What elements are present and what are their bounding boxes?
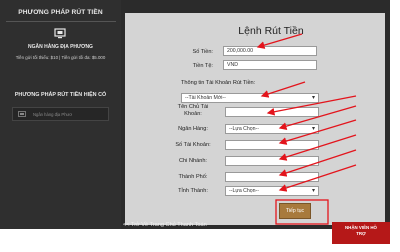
account-select[interactable]: --Tài Khoản Mới-- (181, 93, 319, 103)
currency-field[interactable]: VND (223, 60, 317, 70)
continue-button[interactable]: Tiếp tục (279, 203, 311, 219)
support-watermark: NHẬN VIÊN HỖ TRỢ (332, 222, 390, 244)
account-name-field[interactable] (225, 107, 319, 117)
sidebar-divider (6, 21, 116, 22)
account-info-label: Thông tin Tài Khoản Rút Tiền: (181, 80, 256, 86)
sidebar: PHƯƠNG PHÁP RÚT TIỀN NGÂN HÀNG ĐỊA PHƯƠN… (0, 0, 121, 229)
account-name-label-line1: Tên Chủ Tài (177, 104, 209, 110)
branch-field[interactable] (225, 156, 319, 166)
withdrawal-form-panel: Lệnh Rút Tiền Số Tiền: 200,000.00 Tiền T… (125, 13, 385, 225)
bank-select[interactable]: --Lựa Chọn-- (225, 124, 319, 134)
bank-monitor-icon (54, 28, 66, 39)
watermark-line2: TRỢ (356, 231, 366, 236)
bank-label: Ngân Hàng: (178, 126, 208, 132)
method-card-local-bank[interactable]: Ngân hàng địa Phươ (12, 107, 109, 121)
province-select[interactable]: --Lựa Chọn-- (225, 186, 319, 196)
account-name-label-line2: Khoản: (184, 111, 202, 117)
account-number-field[interactable] (225, 140, 319, 150)
bank-card-icon (18, 111, 26, 117)
province-label: Tỉnh Thành: (178, 188, 208, 194)
current-methods-heading: PHƯƠNG PHÁP RÚT TIỀN HIỆN CÓ (14, 92, 107, 98)
bank-limits: Tiền gửi tối thiểu: $10 | Tiền gửi tối đ… (15, 55, 106, 60)
form-title: Lệnh Rút Tiền (238, 25, 304, 37)
branch-label: Chi Nhánh: (179, 158, 207, 164)
bank-name: NGÂN HÀNG ĐỊA PHƯƠNG (28, 44, 93, 50)
screenshot: PHƯƠNG PHÁP RÚT TIỀN NGÂN HÀNG ĐỊA PHƯƠN… (0, 0, 400, 252)
amount-field[interactable]: 200,000.00 (223, 46, 317, 56)
amount-label: Số Tiền: (192, 49, 213, 55)
account-number-label: Số Tài Khoản: (175, 142, 211, 148)
city-field[interactable] (225, 172, 319, 182)
city-label: Thành Phố: (178, 174, 208, 180)
currency-label: Tiền Tệ: (192, 63, 213, 69)
method-card-label: Ngân hàng địa Phươ (33, 111, 73, 117)
back-to-payment-home-link[interactable]: << Trở Về Trang Chủ Thanh Toán (123, 222, 207, 228)
sidebar-title: PHƯƠNG PHÁP RÚT TIỀN (18, 9, 103, 16)
